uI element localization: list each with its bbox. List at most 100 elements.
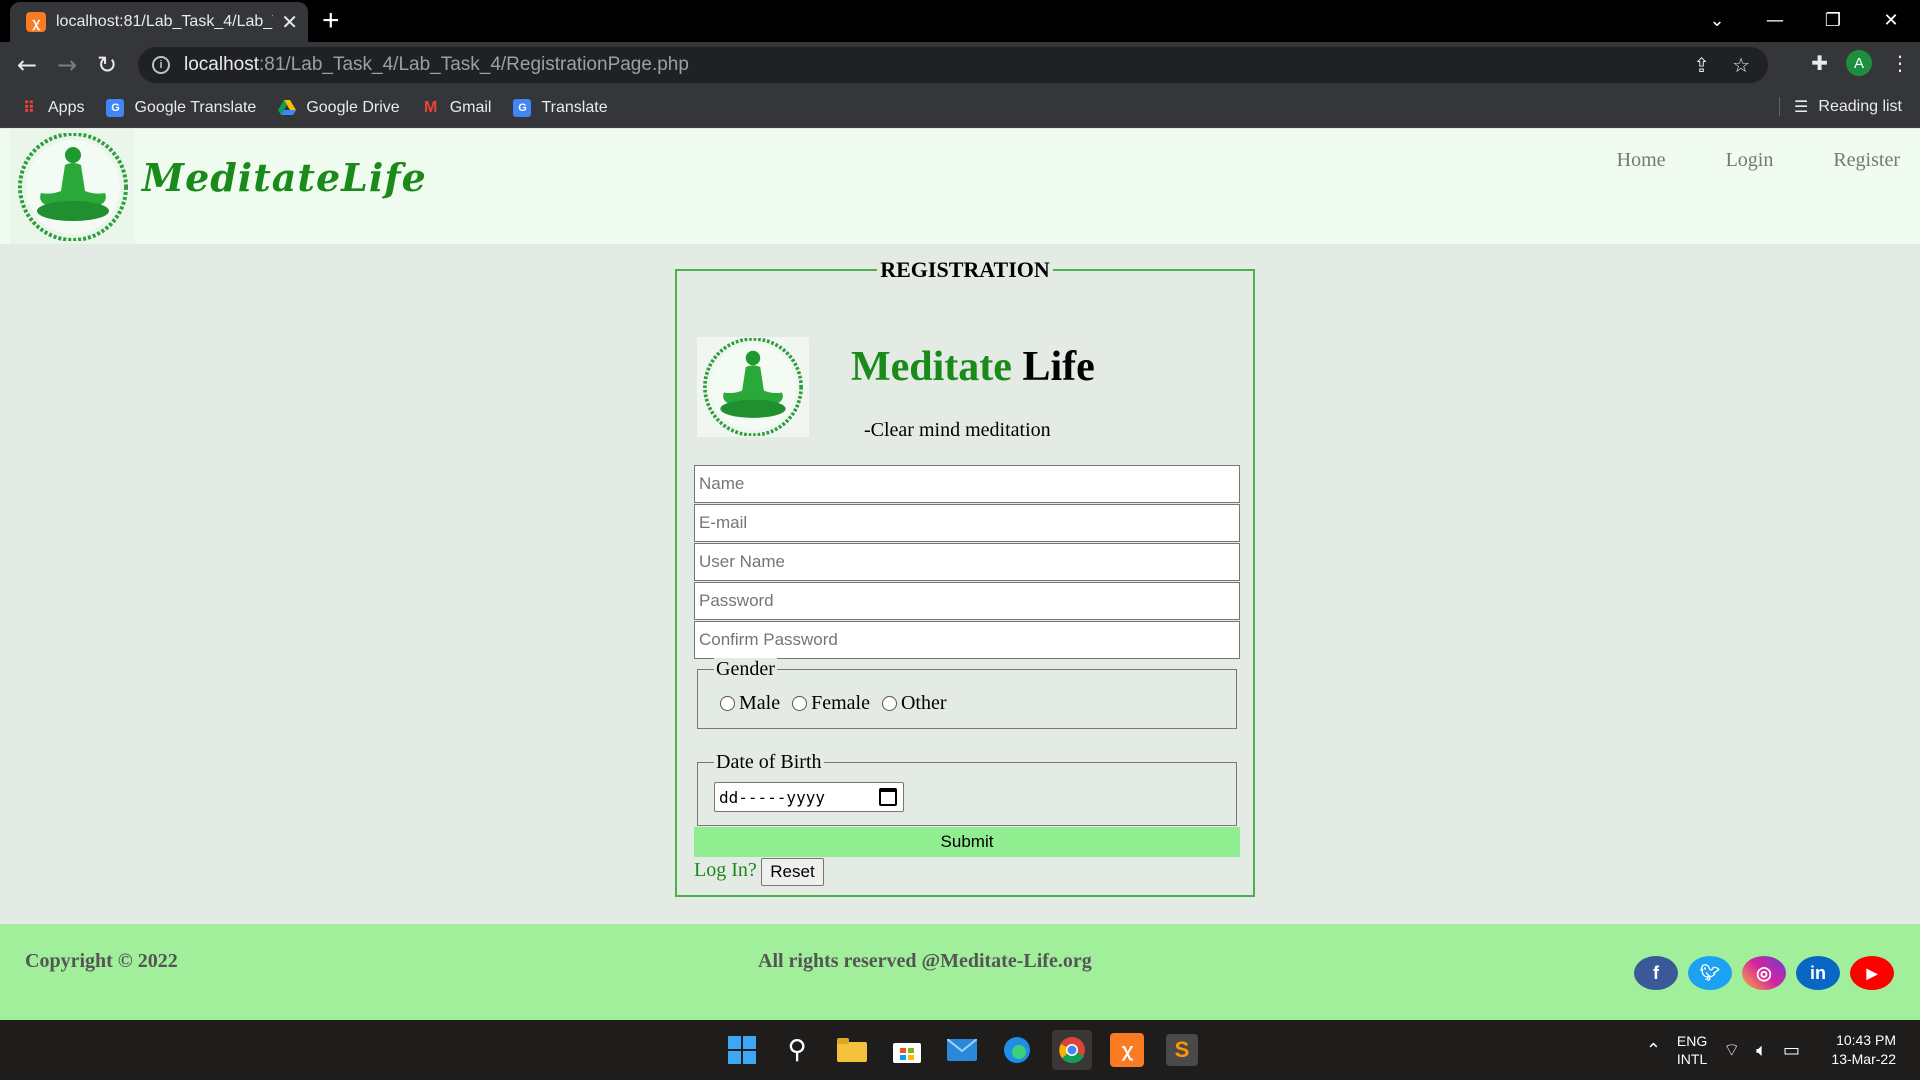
twitter-icon[interactable]: 🐦︎	[1688, 956, 1732, 990]
username-input[interactable]	[694, 543, 1240, 581]
linkedin-icon[interactable]: in	[1796, 956, 1840, 990]
forward-arrow-icon[interactable]: →	[52, 50, 82, 80]
bookmark-label: Google Drive	[306, 98, 400, 116]
bookmark-google-translate[interactable]: G Google Translate	[106, 98, 257, 117]
bookmark-apps[interactable]: ⠿ Apps	[20, 99, 84, 117]
browser-toolbar: ← → ↻ i localhost:81/Lab_Task_4/Lab_Task…	[0, 42, 1920, 88]
new-tab-plus-icon[interactable]: +	[322, 6, 340, 36]
xampp-icon[interactable]: ꭓ	[1110, 1033, 1144, 1067]
social-links: f 🐦︎ ◎ in ▶	[1634, 956, 1894, 990]
bookmark-label: Google Translate	[134, 98, 257, 116]
os-taskbar: ⚲ ꭓ S ⌃ ENG INTL ⌔ 🔈︎ ▭ 10:43 PM 13-Mar-…	[0, 1020, 1920, 1080]
site-info-icon[interactable]: i	[152, 56, 170, 74]
submit-button[interactable]: Submit	[694, 827, 1240, 857]
minimize-icon[interactable]: —	[1746, 0, 1804, 40]
language-code: ENG	[1676, 1033, 1708, 1049]
site-header: MeditateLife Home Login Register	[0, 129, 1920, 244]
form-tagline: -Clear mind meditation	[864, 419, 1051, 441]
dob-fieldset: Date of Birth dd-----yyyy	[697, 751, 1237, 826]
chrome-browser-icon[interactable]	[1052, 1030, 1092, 1070]
reset-button[interactable]: Reset	[761, 858, 824, 886]
bookmark-label: Translate	[541, 98, 608, 116]
registration-legend: REGISTRATION	[877, 257, 1053, 282]
gender-legend: Gender	[714, 658, 777, 681]
site-brand[interactable]: MeditateLife	[142, 155, 427, 200]
reload-icon[interactable]: ↻	[92, 50, 122, 80]
date-placeholder: dd-----yyyy	[719, 787, 825, 807]
main-nav: Home Login Register	[1617, 149, 1900, 172]
language-indicator[interactable]: ENG INTL	[1677, 1032, 1707, 1068]
site-footer: Copyright © 2022 All rights reserved @Me…	[0, 924, 1920, 1020]
reading-list-button[interactable]: ☰ Reading list	[1779, 97, 1902, 116]
reading-list-label: Reading list	[1818, 97, 1902, 115]
edge-browser-icon[interactable]	[997, 1030, 1037, 1070]
browser-tab[interactable]: ꭓ localhost:81/Lab_Task_4/Lab_Task_4/Reg…	[10, 2, 308, 42]
form-logo	[697, 337, 809, 437]
site-logo[interactable]	[10, 129, 135, 244]
gmail-icon: M	[424, 98, 438, 116]
form-title-meditate: Meditate	[851, 344, 1012, 390]
google-translate-icon: G	[106, 98, 125, 117]
bookmark-gmail[interactable]: M Gmail	[422, 98, 492, 117]
nav-home[interactable]: Home	[1617, 149, 1666, 172]
calendar-icon[interactable]	[879, 788, 897, 806]
wifi-icon[interactable]: ⌔	[1723, 1039, 1740, 1062]
clock-date: 13-Mar-22	[1831, 1051, 1896, 1067]
nav-register[interactable]: Register	[1833, 149, 1900, 172]
confirm-password-input[interactable]	[694, 621, 1240, 659]
date-of-birth-input[interactable]: dd-----yyyy	[714, 782, 904, 812]
tray-chevron-up-icon[interactable]: ⌃	[1646, 1040, 1661, 1061]
sublime-text-icon[interactable]: S	[1166, 1034, 1198, 1066]
bookmark-translate[interactable]: G Translate	[513, 98, 608, 117]
gender-option-female[interactable]: Female	[792, 692, 870, 715]
form-title-life: Life	[1022, 344, 1095, 390]
password-input[interactable]	[694, 582, 1240, 620]
gender-option-other[interactable]: Other	[881, 692, 947, 715]
bookmark-star-icon[interactable]: ☆	[1732, 53, 1750, 77]
url-host: localhost	[184, 54, 259, 75]
profile-avatar[interactable]: A	[1846, 50, 1872, 76]
windows-start-icon[interactable]	[722, 1030, 762, 1070]
mail-icon[interactable]	[942, 1030, 982, 1070]
google-translate-icon: G	[513, 98, 532, 117]
restore-icon[interactable]: ❐	[1804, 0, 1862, 40]
tab-search-chevron-icon[interactable]: ⌄	[1688, 0, 1746, 40]
microsoft-store-icon[interactable]	[887, 1030, 927, 1070]
gender-fieldset: Gender Male Female Other	[697, 658, 1237, 729]
address-bar[interactable]: i localhost:81/Lab_Task_4/Lab_Task_4/Reg…	[138, 47, 1768, 83]
battery-icon[interactable]: ▭	[1783, 1040, 1800, 1061]
bookmark-google-drive[interactable]: Google Drive	[278, 98, 400, 117]
email-input[interactable]	[694, 504, 1240, 542]
apps-grid-icon: ⠿	[23, 99, 35, 117]
bookmark-label: Gmail	[449, 98, 492, 116]
system-clock[interactable]: 10:43 PM 13-Mar-22	[1831, 1031, 1896, 1069]
registration-fieldset: REGISTRATION Meditate Life -Clear mind m…	[675, 257, 1255, 897]
keyboard-layout: INTL	[1676, 1051, 1708, 1067]
facebook-icon[interactable]: f	[1634, 956, 1678, 990]
menu-kebab-icon[interactable]: ⋮	[1890, 51, 1910, 75]
nav-login[interactable]: Login	[1726, 149, 1774, 172]
youtube-icon[interactable]: ▶	[1850, 956, 1894, 990]
share-icon[interactable]: ⇪	[1693, 53, 1710, 77]
close-icon[interactable]: ✕	[281, 10, 298, 35]
back-arrow-icon[interactable]: ←	[12, 50, 42, 80]
reading-list-icon: ☰	[1794, 97, 1809, 116]
name-input[interactable]	[694, 465, 1240, 503]
search-icon[interactable]: ⚲	[777, 1030, 817, 1070]
file-explorer-icon[interactable]	[832, 1030, 872, 1070]
bookmark-label: Apps	[48, 98, 85, 116]
radio-button[interactable]	[881, 696, 897, 711]
radio-button[interactable]	[792, 696, 808, 711]
volume-icon[interactable]: 🔈︎	[1756, 1040, 1767, 1061]
google-drive-icon	[278, 99, 297, 117]
radio-button[interactable]	[720, 696, 735, 711]
copyright-text: Copyright © 2022	[25, 950, 178, 972]
extensions-puzzle-icon[interactable]: ✚	[1811, 51, 1828, 75]
gender-option-male[interactable]: Male	[720, 692, 780, 715]
window-close-icon[interactable]: ✕	[1862, 0, 1920, 40]
meditation-logo-icon	[17, 132, 128, 241]
radio-label: Male	[739, 692, 781, 714]
tab-title: localhost:81/Lab_Task_4/Lab_Task_4/Regis…	[56, 13, 273, 30]
login-link[interactable]: Log In?	[694, 859, 757, 882]
instagram-icon[interactable]: ◎	[1742, 956, 1786, 990]
